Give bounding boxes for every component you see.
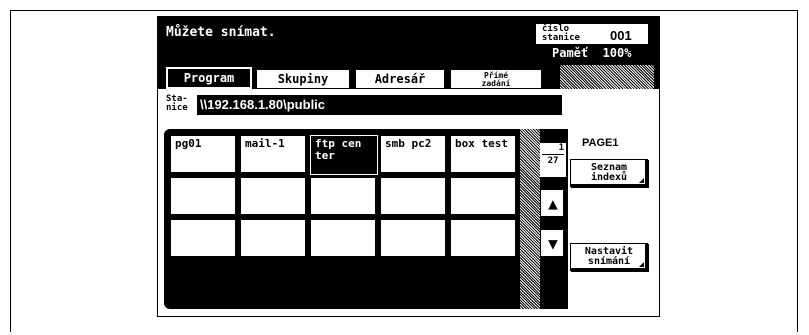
corner-indicator-icon [639,178,644,183]
destination-button-empty[interactable] [450,219,518,259]
corner-indicator-icon [639,262,644,267]
destination-button-empty[interactable] [170,177,238,217]
tab-address-book[interactable]: Adresář [355,69,445,89]
scan-settings-button[interactable]: Nastavit snímání [570,243,648,271]
destination-button-empty[interactable] [240,219,308,259]
down-arrow-icon: ▼ [548,234,558,253]
index-list-button[interactable]: Seznam indexů [570,159,648,187]
tab-program[interactable]: Program [165,66,253,90]
control-panel-screen: Můžete snímat. číslo stanice 001 Paměť 1… [157,16,660,317]
tab-bar-hatch [560,65,654,89]
station-address-field: \\192.168.1.80\public [197,95,562,115]
destination-button[interactable]: mail-1 [240,135,308,175]
main-content: Sta- nice \\192.168.1.80\public pg01 mai… [158,89,659,316]
destination-button-empty[interactable] [310,219,378,259]
page-label: PAGE1 [582,137,619,149]
right-panel: PAGE1 Seznam indexů Nastavit snímání [568,129,650,309]
station-number-label: číslo stanice [542,24,580,43]
status-message: Můžete snímat. [166,25,276,40]
destination-grid: pg01 mail-1 ftp cen ter smb pc2 box test… [164,129,650,309]
station-field-label: Sta- nice [166,94,188,113]
destination-button-empty[interactable] [380,219,448,259]
page-counter: 1 27 [540,143,566,177]
destination-button[interactable]: box test [450,135,518,175]
destination-button-empty[interactable] [240,177,308,217]
station-number-box: číslo stanice 001 [536,24,648,44]
tab-direct-input[interactable]: Přímé zadání [450,69,542,89]
destination-button-empty[interactable] [450,177,518,217]
tab-groups[interactable]: Skupiny [256,69,350,89]
up-arrow-icon: ▲ [548,194,558,213]
destination-button-empty[interactable] [170,219,238,259]
destination-button[interactable]: smb pc2 [380,135,448,175]
destination-button-empty[interactable] [380,177,448,217]
destination-button-empty[interactable] [310,177,378,217]
destination-button[interactable]: pg01 [170,135,238,175]
grid-side-hatch [520,129,540,309]
destination-button-selected[interactable]: ftp cen ter [309,134,379,176]
scroll-up-button[interactable]: ▲ [540,189,566,219]
station-number: 001 [610,28,632,43]
memory-indicator: Paměť 100% [552,46,632,60]
scroll-down-button[interactable]: ▼ [540,229,566,259]
tab-bar: Program Skupiny Adresář Přímé zadání [158,65,659,90]
